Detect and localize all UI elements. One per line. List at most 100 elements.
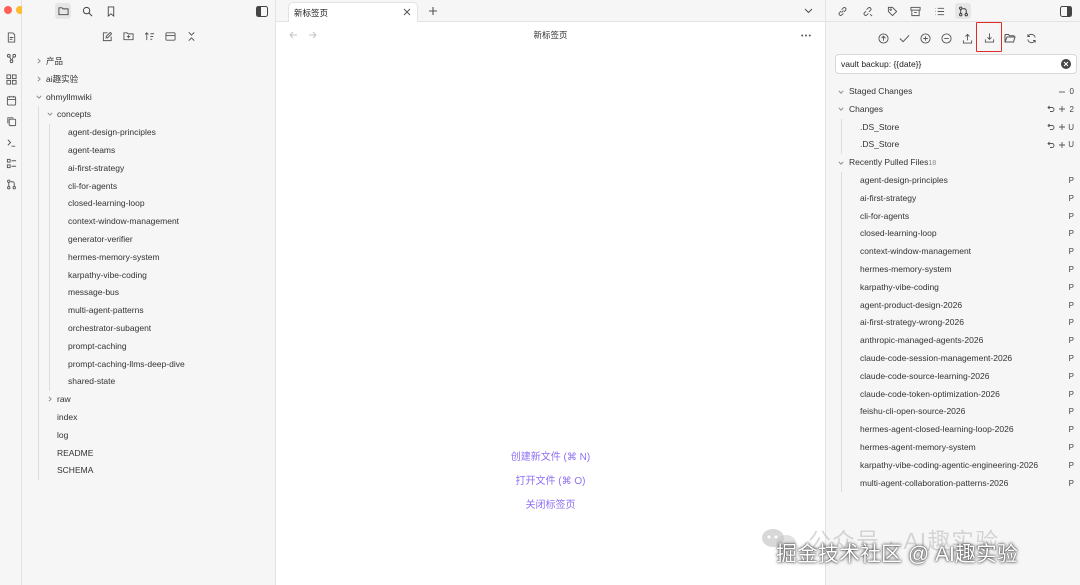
tree-file[interactable]: log [57, 427, 68, 443]
canvas-icon[interactable] [4, 72, 18, 86]
pulled-file-row[interactable]: claude-code-source-learning-2026 P [826, 368, 1080, 385]
tree-file[interactable]: SCHEMA [57, 462, 93, 478]
clear-input-icon[interactable] [1061, 59, 1071, 69]
tree-file[interactable]: shared-state [68, 373, 115, 389]
graph-icon[interactable] [4, 51, 18, 65]
tree-file[interactable]: context-window-management [68, 213, 179, 229]
discard-icon[interactable] [1046, 105, 1055, 114]
pulled-file-row[interactable]: hermes-agent-memory-system P [826, 439, 1080, 456]
link-icon[interactable] [834, 3, 850, 19]
bookmark-icon[interactable] [103, 3, 119, 19]
discard-icon[interactable] [1046, 140, 1055, 149]
chevron-right-icon[interactable] [46, 391, 54, 407]
commit-message-input[interactable] [841, 57, 1056, 71]
changed-file-row[interactable]: .DS_Store U [826, 136, 1080, 153]
file-icon[interactable] [4, 30, 18, 44]
git-icon[interactable] [4, 177, 18, 191]
tree-folder[interactable]: ai趣实验 [37, 71, 78, 87]
tree-file[interactable]: index [57, 409, 77, 425]
changes-header[interactable]: Changes 2 [826, 101, 1080, 118]
new-folder-icon[interactable] [121, 29, 135, 43]
refresh-icon[interactable] [1023, 30, 1039, 46]
archive-icon[interactable] [907, 3, 923, 19]
recently-pulled-header[interactable]: Recently Pulled Files18 [826, 154, 1080, 171]
tree-file[interactable]: closed-learning-loop [68, 195, 145, 211]
pulled-file-row[interactable]: feishu-cli-open-source-2026 P [826, 403, 1080, 420]
tree-file[interactable]: hermes-memory-system [68, 249, 160, 265]
tree-file[interactable]: ai-first-strategy [68, 160, 124, 176]
tree-file[interactable]: generator-verifier [68, 231, 133, 247]
calendar-icon[interactable] [4, 93, 18, 107]
tree-folder[interactable]: raw [48, 391, 71, 407]
sidebar-toggle-icon[interactable] [1058, 3, 1074, 19]
sort-icon[interactable] [142, 29, 156, 43]
tree-folder[interactable]: 产品 [37, 53, 63, 69]
new-note-icon[interactable] [100, 29, 114, 43]
unlink-icon[interactable] [859, 3, 875, 19]
pulled-file-row[interactable]: ai-first-strategy-wrong-2026 P [826, 314, 1080, 331]
more-options-icon[interactable] [799, 28, 813, 42]
search-icon[interactable] [79, 3, 95, 19]
discard-icon[interactable] [1046, 123, 1055, 132]
pulled-file-row[interactable]: karpathy-vibe-coding P [826, 279, 1080, 296]
changed-file-row[interactable]: .DS_Store U [826, 119, 1080, 136]
unstage-all-icon[interactable] [938, 30, 954, 46]
chevron-down-icon[interactable] [837, 83, 845, 100]
chevron-down-icon[interactable] [35, 89, 43, 105]
chevron-down-icon[interactable] [837, 101, 845, 118]
pulled-file-row[interactable]: ai-first-strategy P [826, 190, 1080, 207]
tree-file[interactable]: karpathy-vibe-coding [68, 267, 147, 283]
staged-changes-header[interactable]: Staged Changes 0 [826, 83, 1080, 100]
tree-file[interactable]: prompt-caching-llms-deep-dive [68, 356, 185, 372]
pulled-file-row[interactable]: karpathy-vibe-coding-agentic-engineering… [826, 457, 1080, 474]
chevron-down-icon[interactable] [837, 154, 845, 171]
tree-file[interactable]: agent-design-principles [68, 124, 156, 140]
tree-file[interactable]: cli-for-agents [68, 178, 117, 194]
tree-folder[interactable]: ohmyllmwiki [36, 89, 92, 105]
pull-icon[interactable] [976, 22, 1002, 52]
open-folder-icon[interactable] [1002, 30, 1018, 46]
pulled-file-row[interactable]: hermes-memory-system P [826, 261, 1080, 278]
close-tab-link[interactable]: 关闭标签页 [276, 498, 825, 522]
chevron-right-icon[interactable] [35, 71, 43, 87]
close-icon[interactable] [401, 6, 413, 18]
pulled-file-row[interactable]: claude-code-session-management-2026 P [826, 350, 1080, 367]
tree-file[interactable]: message-bus [68, 284, 119, 300]
chevron-down-icon[interactable] [46, 106, 54, 122]
chevron-right-icon[interactable] [35, 53, 43, 69]
tag-icon[interactable] [884, 3, 900, 19]
tree-file[interactable]: README [57, 445, 93, 461]
pulled-file-row[interactable]: agent-design-principles P [826, 172, 1080, 189]
close-window-button[interactable] [4, 6, 12, 14]
list-icon[interactable] [931, 3, 947, 19]
commit-message-field[interactable] [835, 54, 1077, 74]
commit-all-icon[interactable] [875, 30, 891, 46]
tree-file[interactable]: orchestrator-subagent [68, 320, 151, 336]
terminal-icon[interactable] [4, 135, 18, 149]
tree-file[interactable]: multi-agent-patterns [68, 302, 144, 318]
collapse-all-icon[interactable] [184, 29, 198, 43]
chevron-down-icon[interactable] [801, 4, 815, 18]
unstage-icon[interactable] [1057, 87, 1066, 96]
list-icon[interactable] [4, 156, 18, 170]
open-file-link[interactable]: 打开文件 (⌘ O) [276, 474, 825, 498]
stage-icon[interactable] [1057, 123, 1066, 132]
create-new-file-link[interactable]: 创建新文件 (⌘ N) [276, 450, 825, 474]
collapse-icon[interactable] [163, 29, 177, 43]
git-icon[interactable] [955, 3, 971, 19]
copy-icon[interactable] [4, 114, 18, 128]
stage-all-icon[interactable] [917, 30, 933, 46]
pulled-file-row[interactable]: closed-learning-loop P [826, 225, 1080, 242]
pulled-file-row[interactable]: agent-product-design-2026 P [826, 297, 1080, 314]
pulled-file-row[interactable]: anthropic-managed-agents-2026 P [826, 332, 1080, 349]
stage-icon[interactable] [1057, 140, 1066, 149]
tree-file[interactable]: agent-teams [68, 142, 115, 158]
tree-folder[interactable]: concepts [47, 106, 91, 122]
tab-new-tab[interactable]: 新标签页 [288, 2, 418, 22]
pulled-file-row[interactable]: hermes-agent-closed-learning-loop-2026 P [826, 421, 1080, 438]
commit-icon[interactable] [896, 30, 912, 46]
pulled-file-row[interactable]: context-window-management P [826, 243, 1080, 260]
sidebar-toggle-icon[interactable] [254, 3, 270, 19]
pulled-file-row[interactable]: claude-code-token-optimization-2026 P [826, 386, 1080, 403]
pulled-file-row[interactable]: cli-for-agents P [826, 208, 1080, 225]
